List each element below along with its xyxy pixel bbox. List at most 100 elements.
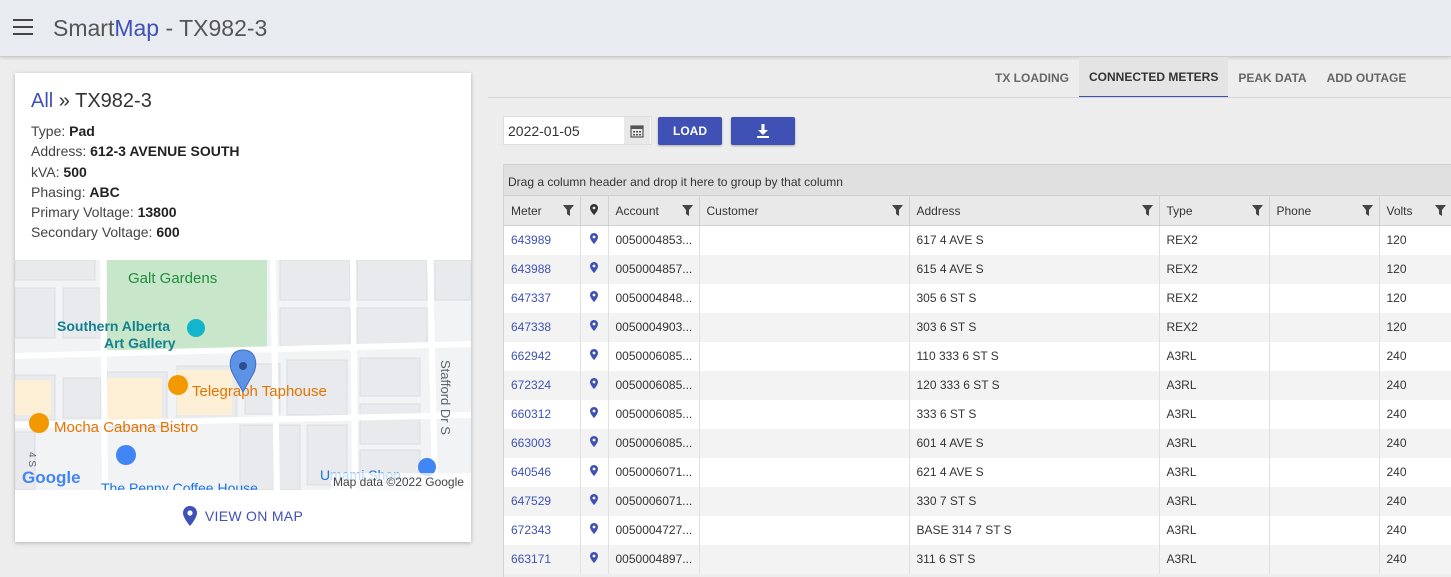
table-header-row: Meter Account Customer Address Type Phon… (504, 195, 1451, 226)
tab-bar: TX LOADING CONNECTED METERS PEAK DATA AD… (985, 57, 1416, 98)
locate-meter-button[interactable] (580, 457, 609, 487)
filter-icon[interactable] (1141, 205, 1153, 216)
map-pin-icon (590, 203, 598, 215)
table-row[interactable]: 647338 0050004903... 303 6 ST S REX2 120 (504, 312, 1451, 342)
meter-link[interactable]: 647529 (504, 486, 581, 516)
filter-icon[interactable] (562, 205, 574, 216)
column-header-customer[interactable]: Customer (699, 195, 910, 226)
tab-add-outage[interactable]: ADD OUTAGE (1317, 57, 1417, 98)
volts-cell: 240 (1379, 370, 1451, 400)
column-header-volts[interactable]: Volts (1379, 195, 1451, 226)
table-row[interactable]: 663171 0050004897... 311 6 ST S A3RL 240 (504, 544, 1451, 574)
filter-icon[interactable] (1361, 205, 1373, 216)
table-row[interactable]: 647529 0050006071... 330 7 ST S A3RL 240 (504, 486, 1451, 516)
column-header-location[interactable] (580, 195, 609, 226)
google-logo: Google (22, 468, 81, 487)
locate-meter-button[interactable] (580, 312, 609, 342)
download-icon (757, 124, 769, 138)
table-row[interactable]: 643989 0050004853... 617 4 AVE S REX2 120 (504, 225, 1451, 255)
locate-meter-button[interactable] (580, 225, 609, 255)
type-cell: REX2 (1159, 254, 1270, 284)
customer-cell (699, 254, 910, 284)
locate-meter-button[interactable] (580, 486, 609, 516)
map-pin-icon (590, 407, 598, 418)
column-header-account[interactable]: Account (608, 195, 700, 226)
volts-cell: 240 (1379, 544, 1451, 574)
filter-icon[interactable] (1434, 205, 1446, 216)
locate-meter-button[interactable] (580, 370, 609, 400)
tab-tx-loading[interactable]: TX LOADING (985, 57, 1079, 98)
filter-icon[interactable] (1251, 205, 1263, 216)
column-header-meter[interactable]: Meter (504, 195, 581, 226)
museum-icon (187, 319, 205, 337)
tab-peak-data[interactable]: PEAK DATA (1228, 57, 1316, 98)
type-cell: A3RL (1159, 341, 1270, 371)
account-cell: 0050004903... (608, 312, 700, 342)
map-pin-icon (590, 349, 598, 360)
meter-link[interactable]: 663003 (504, 428, 581, 458)
meter-link[interactable]: 647338 (504, 312, 581, 342)
meter-link[interactable]: 643988 (504, 254, 581, 284)
column-label: Account (615, 203, 659, 218)
tab-connected-meters[interactable]: CONNECTED METERS (1079, 57, 1229, 98)
property-value: 500 (63, 163, 87, 180)
date-input[interactable] (504, 117, 624, 144)
type-cell: A3RL (1159, 399, 1270, 429)
meter-link[interactable]: 672324 (504, 370, 581, 400)
locate-meter-button[interactable] (580, 428, 609, 458)
map-label-stafford: Stafford Dr S (438, 360, 453, 435)
table-row[interactable]: 640546 0050006071... 621 4 AVE S A3RL 240 (504, 457, 1451, 487)
table-row[interactable]: 663003 0050006085... 601 4 AVE S A3RL 240 (504, 428, 1451, 458)
phone-cell (1269, 312, 1380, 342)
transformer-card: All » TX982-3 Type: Pad Address: 612-3 A… (15, 73, 471, 542)
meters-grid: Drag a column header and drop it here to… (503, 164, 1451, 577)
view-on-map-button[interactable]: VIEW ON MAP (15, 490, 471, 542)
meter-link[interactable]: 672343 (504, 515, 581, 545)
property-label: kVA: (31, 163, 64, 180)
phone-cell (1269, 515, 1380, 545)
address-cell: 120 333 6 ST S (909, 370, 1160, 400)
app-title-smart: Smart (53, 15, 115, 41)
calendar-button[interactable] (624, 117, 650, 144)
column-header-type[interactable]: Type (1159, 195, 1270, 226)
hamburger-menu-icon[interactable] (13, 19, 33, 35)
meter-link[interactable]: 640546 (504, 457, 581, 487)
property-label: Address: (31, 143, 91, 160)
table-row[interactable]: 660312 0050006085... 333 6 ST S A3RL 240 (504, 399, 1451, 429)
map-pin-icon (590, 262, 598, 273)
load-button[interactable]: LOAD (658, 117, 722, 145)
locate-meter-button[interactable] (580, 544, 609, 574)
locate-meter-button[interactable] (580, 283, 609, 313)
locate-meter-button[interactable] (580, 254, 609, 284)
customer-cell (699, 225, 910, 255)
locate-meter-button[interactable] (580, 399, 609, 429)
phone-cell (1269, 399, 1380, 429)
filter-icon[interactable] (891, 205, 903, 216)
meter-link[interactable]: 662942 (504, 341, 581, 371)
map-canvas[interactable]: Galt Gardens Southern Alberta Art Galler… (15, 260, 471, 490)
customer-cell (699, 283, 910, 313)
map-view[interactable]: Galt Gardens Southern Alberta Art Galler… (15, 260, 471, 490)
meter-link[interactable]: 663171 (504, 544, 581, 574)
locate-meter-button[interactable] (580, 515, 609, 545)
locate-meter-button[interactable] (580, 341, 609, 371)
column-label: Volts (1386, 203, 1413, 218)
column-header-phone[interactable]: Phone (1269, 195, 1380, 226)
download-button[interactable] (731, 117, 795, 145)
meter-link[interactable]: 660312 (504, 399, 581, 429)
meter-link[interactable]: 643989 (504, 225, 581, 255)
group-by-drop-zone[interactable]: Drag a column header and drop it here to… (504, 164, 1451, 195)
property-label: Type: (31, 123, 70, 139)
table-row[interactable]: 662942 0050006085... 110 333 6 ST S A3RL 240 (504, 341, 1451, 371)
column-header-address[interactable]: Address (909, 195, 1160, 226)
table-row[interactable]: 672324 0050006085... 120 333 6 ST S A3RL 240 (504, 370, 1451, 400)
breadcrumb-all-link[interactable]: All (31, 90, 53, 112)
filter-icon[interactable] (681, 205, 693, 216)
meter-link[interactable]: 647337 (504, 283, 581, 313)
table-row[interactable]: 672343 0050004727... BASE 314 7 ST S A3RL 24… (504, 515, 1451, 545)
breadcrumb-separator: » (53, 90, 76, 112)
table-row[interactable]: 647337 0050004848... 305 6 ST S REX2 120 (504, 283, 1451, 313)
table-row[interactable]: 643988 0050004857... 615 4 AVE S REX2 120 (504, 254, 1451, 284)
app-header: SmartMap - TX982-3 (0, 0, 1451, 57)
customer-cell (699, 486, 910, 516)
